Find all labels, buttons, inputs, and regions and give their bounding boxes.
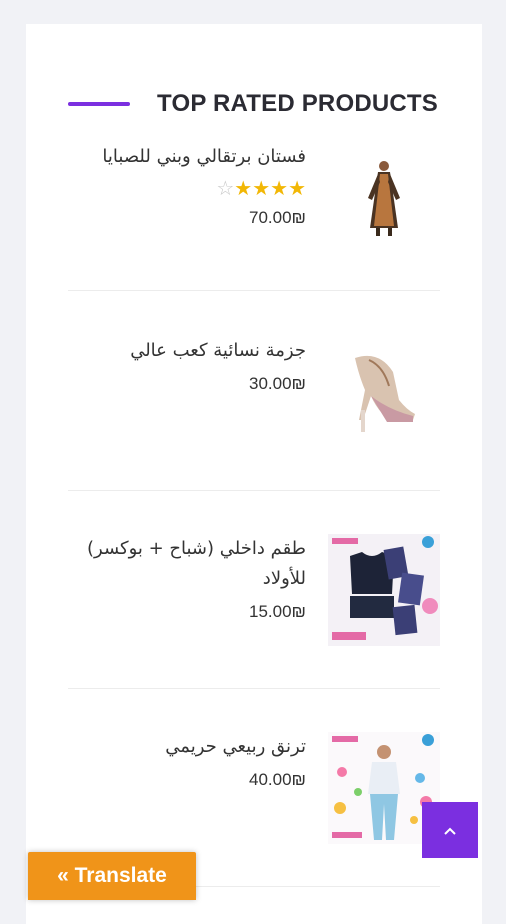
top-rated-widget: TOP RATED PRODUCTS فستان برتقالي وبني لل… — [26, 24, 482, 924]
widget-header: TOP RATED PRODUCTS — [26, 82, 482, 126]
translate-button[interactable]: « Translate — [28, 852, 196, 900]
kids-underwear-set-image[interactable] — [328, 534, 440, 646]
product-price: 70.00₪ — [249, 208, 306, 227]
product-item[interactable]: فستان برتقالي وبني للصبايا ☆★★★★ 70.00₪ — [68, 142, 440, 272]
divider — [68, 490, 440, 491]
divider — [68, 290, 440, 291]
divider — [68, 688, 440, 689]
high-heel-shoe-image[interactable] — [328, 336, 440, 448]
star-filled-icon: ★★★★ — [234, 176, 306, 200]
title-accent-line — [68, 102, 130, 106]
scroll-to-top-button[interactable] — [422, 802, 478, 858]
product-name[interactable]: فستان برتقالي وبني للصبايا — [66, 142, 306, 172]
star-empty-icon: ☆ — [216, 176, 235, 200]
product-name[interactable]: طقم داخلي (شباح + بوكسر) للأولاد — [66, 534, 306, 594]
product-item[interactable]: جزمة نسائية كعب عالي 30.00₪ — [68, 336, 440, 466]
product-price: 15.00₪ — [249, 602, 306, 621]
product-price: 30.00₪ — [249, 374, 306, 393]
widget-title: TOP RATED PRODUCTS — [157, 90, 438, 117]
product-price: 40.00₪ — [249, 770, 306, 789]
product-item[interactable]: ترنق ربيعي حريمي 40.00₪ — [68, 732, 440, 862]
product-name[interactable]: جزمة نسائية كعب عالي — [66, 336, 306, 366]
dress-image[interactable] — [328, 142, 440, 254]
star-rating: ☆★★★★ — [66, 176, 306, 200]
product-name[interactable]: ترنق ربيعي حريمي — [66, 732, 306, 762]
product-item[interactable]: طقم داخلي (شباح + بوكسر) للأولاد 15.00₪ — [68, 534, 440, 664]
chevron-up-icon — [443, 821, 457, 840]
